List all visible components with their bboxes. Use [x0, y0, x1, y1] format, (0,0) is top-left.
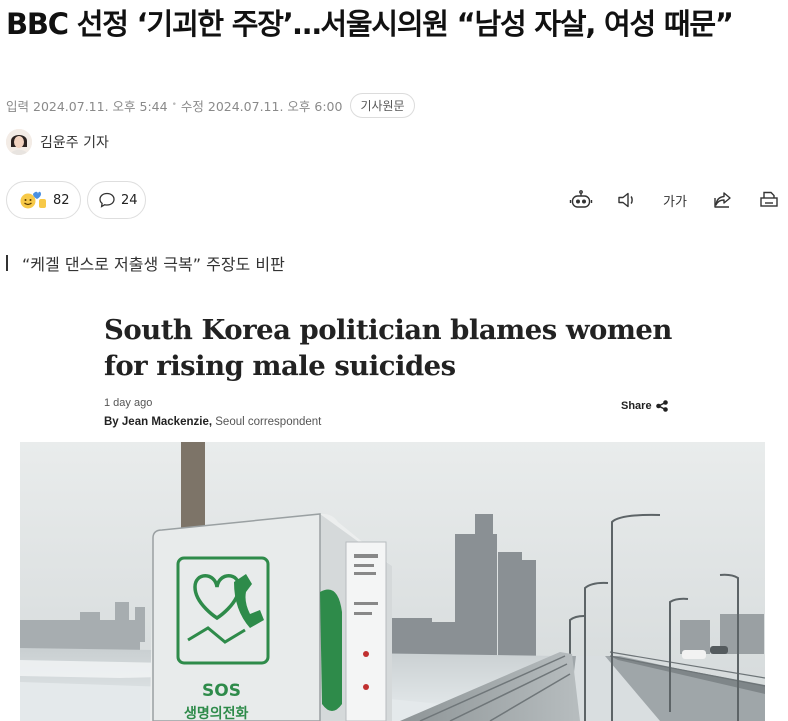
input-time: 2024.07.11. 오후 5:44: [33, 98, 168, 114]
article-tools: 가가: [548, 185, 782, 215]
summary-bot-icon[interactable]: [568, 187, 594, 213]
reaction-count: 82: [53, 192, 70, 208]
bbc-share-label: Share: [621, 400, 652, 412]
bbc-article-author: By Jean Mackenzie, Seoul correspondent: [104, 416, 321, 428]
comment-icon: [98, 191, 116, 209]
subheadline-bar: [6, 255, 8, 271]
byline[interactable]: 김윤주 기자: [6, 129, 109, 155]
phone-sos-label: SOS: [202, 681, 241, 701]
bridge-photo: SOS 생명의전화: [20, 442, 765, 721]
article-meta: 입력 2024.07.11. 오후 5:44 • 수정 2024.07.11. …: [6, 92, 415, 118]
action-bar: 82 24 가가: [6, 181, 782, 221]
share-icon[interactable]: [710, 187, 736, 213]
reaction-button[interactable]: 82: [6, 181, 81, 219]
bbc-article-date: 1 day ago: [104, 397, 153, 409]
comment-button[interactable]: 24: [87, 181, 146, 219]
print-icon[interactable]: [756, 187, 782, 213]
speaker-icon[interactable]: [614, 187, 640, 213]
comment-count: 24: [121, 192, 138, 208]
phone-sublabel: 생명의전화: [184, 705, 249, 721]
font-size-button[interactable]: 가가: [660, 187, 690, 213]
bbc-author-name: Jean Mackenzie,: [121, 416, 213, 428]
bbc-screenshot-image: South Korea politician blames women for …: [0, 290, 788, 721]
bbc-article-title: South Korea politician blames women for …: [104, 314, 672, 382]
article-subheadline: “케겔 댄스로 저출생 극복” 주장도 비판: [6, 251, 285, 275]
modified-time: 2024.07.11. 오후 6:00: [207, 98, 343, 114]
article-headline: BBC 선정 ‘기괴한 주장’…서울시의원 “남성 자살, 여성 때문”: [6, 7, 734, 41]
bbc-author-role: Seoul correspondent: [215, 416, 322, 428]
bbc-share-icon: [655, 400, 668, 412]
bbc-author-prefix: By: [104, 416, 119, 428]
subheadline-text: “케겔 댄스로 저출생 극복” 주장도 비판: [22, 255, 285, 274]
reporter-avatar: [6, 129, 32, 155]
bbc-share: Share: [621, 400, 668, 412]
meta-separator: •: [171, 100, 177, 110]
reaction-emoji-icon: [19, 190, 49, 210]
modified-label: 수정: [180, 98, 204, 114]
reporter-name[interactable]: 김윤주 기자: [40, 132, 109, 152]
original-article-button[interactable]: 기사원문: [350, 92, 415, 118]
input-label: 입력: [6, 98, 30, 114]
